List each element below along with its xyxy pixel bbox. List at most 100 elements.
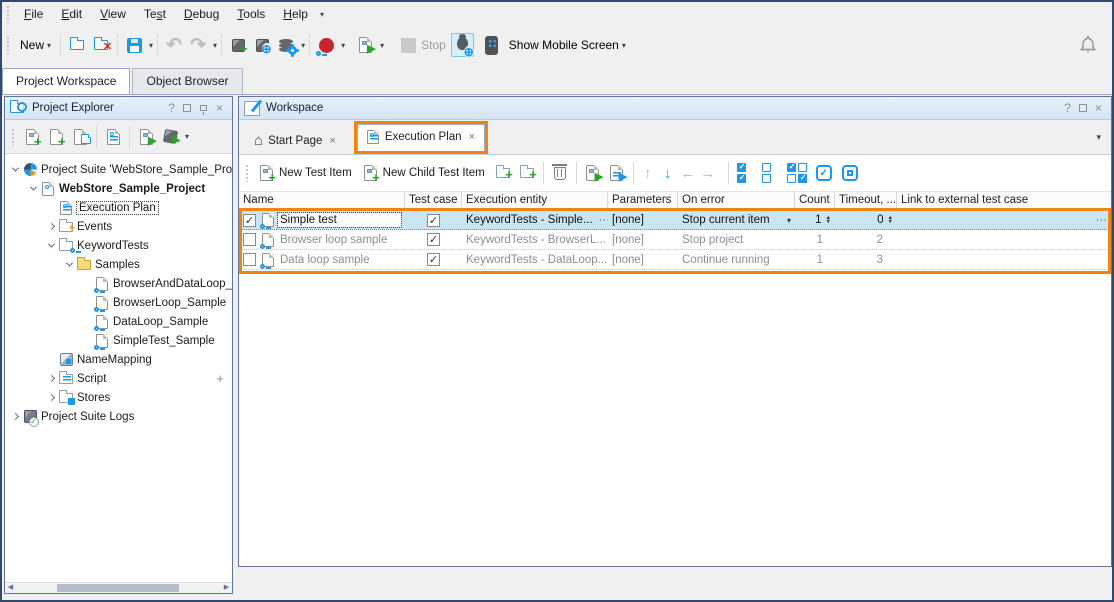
test-case-checkbox[interactable]: ✓	[427, 233, 440, 246]
close-tab-icon[interactable]: ×	[469, 131, 475, 143]
new-child-test-item-button[interactable]: + New Child Test Item	[358, 162, 491, 184]
move-down-icon[interactable]: ↓	[658, 165, 678, 182]
tree-item-keywordtests[interactable]: KeywordTests	[5, 236, 232, 255]
chevron-right-icon[interactable]	[45, 376, 57, 381]
menu-debug[interactable]: Debug	[175, 4, 228, 24]
tree-item-project-suite-logs[interactable]: Project Suite Logs	[5, 407, 232, 426]
record-test-icon[interactable]	[314, 33, 338, 57]
invert-checks-icon[interactable]	[787, 163, 807, 183]
new-group-icon[interactable]: +	[491, 161, 515, 185]
new-button[interactable]: New ▾	[15, 35, 56, 55]
notifications-bell-icon[interactable]	[1078, 35, 1098, 55]
run-project-icon[interactable]: ▶	[134, 125, 158, 149]
count-value[interactable]: 1	[795, 230, 835, 249]
link-browse-button[interactable]: ···	[1096, 214, 1108, 226]
tree-item-events[interactable]: Events	[5, 217, 232, 236]
test-case-checkbox[interactable]: ✓	[427, 253, 440, 266]
menu-view[interactable]: View	[91, 4, 135, 24]
scroll-left-icon[interactable]: ◀	[5, 583, 16, 593]
col-parameters[interactable]: Parameters	[608, 192, 678, 209]
entity-browse-button[interactable]: ···	[599, 214, 608, 226]
save-dropdown-icon[interactable]: ▾	[149, 41, 153, 50]
run-project-suite-icon[interactable]: ▶	[158, 125, 182, 149]
col-name[interactable]: Name	[239, 192, 405, 209]
tree-item-stores[interactable]: Stores	[5, 388, 232, 407]
save-icon[interactable]	[122, 33, 146, 57]
undo-icon[interactable]: ↶	[162, 33, 186, 57]
tree-item-project[interactable]: WebStore_Sample_Project	[5, 179, 232, 198]
parameters-value[interactable]: [none]	[608, 211, 678, 229]
add-new-item-icon[interactable]: +	[44, 125, 68, 149]
test-case-checkbox[interactable]: ✓	[427, 214, 440, 227]
tree-item-samples[interactable]: Samples	[5, 255, 232, 274]
col-test-case[interactable]: Test case	[405, 192, 462, 209]
count-value[interactable]: 1	[795, 250, 835, 269]
tree-item-namemapping[interactable]: NameMapping	[5, 350, 232, 369]
tab-execution-plan[interactable]: Execution Plan ×	[357, 124, 485, 151]
tree-item-script[interactable]: Script +	[5, 369, 232, 388]
table-row[interactable]: ✓ Simple test ✓ KeywordTests - Simple...…	[239, 210, 1111, 230]
chevron-right-icon[interactable]	[9, 414, 21, 419]
chevron-down-icon[interactable]	[27, 186, 39, 191]
tab-list-dropdown-icon[interactable]: ▾	[1096, 132, 1101, 143]
scroll-right-icon[interactable]: ▶	[221, 583, 232, 593]
enable-item-icon[interactable]: ✓	[816, 165, 832, 181]
run-test-icon[interactable]: ▶	[353, 33, 377, 57]
menu-test[interactable]: Test	[135, 4, 175, 24]
timeout-value[interactable]: 0	[877, 214, 883, 226]
parameters-value[interactable]: [none]	[608, 230, 678, 249]
chevron-right-icon[interactable]	[45, 395, 57, 400]
object-spy-icon[interactable]: ⊕	[250, 33, 274, 57]
row-checkbox[interactable]: ✓	[243, 214, 256, 227]
panel-help-button[interactable]: ?	[164, 101, 179, 115]
col-execution-entity[interactable]: Execution entity	[462, 192, 608, 209]
tab-object-browser[interactable]: Object Browser	[132, 68, 242, 94]
close-tab-icon[interactable]: ×	[329, 135, 335, 147]
count-value[interactable]: 1	[815, 214, 821, 226]
panel-close-button[interactable]: ×	[1091, 101, 1106, 115]
open-item-icon[interactable]	[68, 125, 92, 149]
check-all-icon[interactable]	[737, 163, 746, 183]
row-checkbox[interactable]	[243, 253, 256, 266]
redo-icon[interactable]: ↷	[186, 33, 210, 57]
close-file-icon[interactable]: ✕	[89, 33, 113, 57]
test-item-name[interactable]: Simple test	[278, 213, 401, 227]
col-on-error[interactable]: On error	[678, 192, 795, 209]
tab-project-workspace[interactable]: Project Workspace	[2, 68, 130, 94]
timeout-value[interactable]: 3	[835, 250, 897, 269]
row-checkbox[interactable]	[243, 233, 256, 246]
col-link-external[interactable]: Link to external test case	[897, 192, 1111, 209]
disable-item-icon[interactable]	[842, 165, 858, 181]
tab-start-page[interactable]: ⌂ Start Page ×	[245, 127, 345, 154]
chevron-down-icon[interactable]	[63, 262, 75, 267]
run-from-selected-icon[interactable]: ▶	[605, 161, 629, 185]
mobile-dropdown-icon[interactable]: ▾	[622, 41, 626, 50]
execution-entity-value[interactable]: KeywordTests - Simple...	[466, 214, 593, 226]
tree-item-project-suite[interactable]: Project Suite 'WebStore_Sample_Proje	[5, 160, 232, 179]
debug-mode-toggle[interactable]: ⊕	[451, 33, 474, 57]
tree-item-execution-plan[interactable]: Execution Plan	[5, 198, 232, 217]
new-child-group-icon[interactable]: +	[515, 161, 539, 185]
run-dropdown-icon[interactable]: ▾	[380, 41, 384, 50]
open-file-icon[interactable]	[65, 33, 89, 57]
col-count[interactable]: Count	[795, 192, 835, 209]
horizontal-scrollbar[interactable]: ◀ ▶	[5, 582, 232, 593]
data-storage-icon[interactable]	[274, 33, 298, 57]
mobile-screen-icon[interactable]	[480, 33, 504, 57]
add-project-suite-icon[interactable]: +	[20, 125, 44, 149]
table-row[interactable]: Data loop sample ✓ KeywordTests - DataLo…	[239, 250, 1111, 270]
chevron-down-icon[interactable]	[9, 167, 21, 172]
run-item-icon[interactable]: ▶	[581, 161, 605, 185]
run-dropdown-icon[interactable]: ▾	[185, 132, 189, 141]
tree-item-simpletest[interactable]: SimpleTest_Sample	[5, 331, 232, 350]
panel-close-button[interactable]: ×	[212, 101, 227, 115]
panel-maximize-button[interactable]	[183, 104, 191, 112]
execution-plan-icon[interactable]	[101, 125, 125, 149]
on-error-value[interactable]: Stop project	[678, 230, 795, 249]
menu-edit[interactable]: Edit	[52, 4, 91, 24]
timeout-spinner[interactable]: ▲▼	[888, 216, 893, 224]
tree-item-dataloop[interactable]: DataLoop_Sample	[5, 312, 232, 331]
menu-overflow-icon[interactable]: ▾	[320, 10, 324, 19]
delete-icon[interactable]	[548, 161, 572, 185]
menu-file[interactable]: File	[15, 4, 52, 24]
